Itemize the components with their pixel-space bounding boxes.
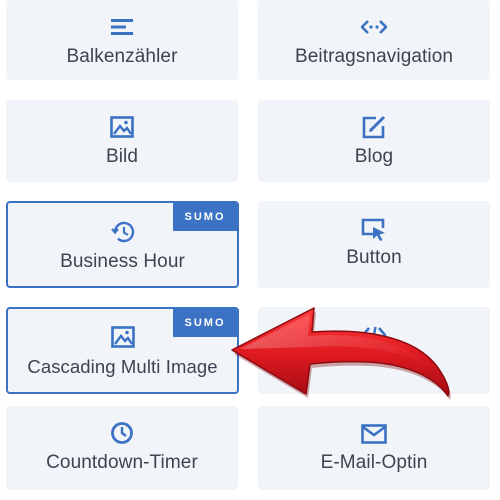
module-tile-beitragsnavigation[interactable]: Beitragsnavigation (258, 0, 490, 80)
module-label: Blog (354, 146, 394, 167)
module-label: Balkenzähler (66, 46, 178, 67)
module-tile-business-hour[interactable]: SUMO Business Hour (6, 201, 239, 288)
code-arrows-icon (258, 16, 490, 38)
edit-square-icon (258, 115, 490, 139)
image-icon (8, 326, 237, 348)
cursor-box-icon (258, 218, 490, 241)
module-tile-bild[interactable]: Bild (6, 100, 238, 182)
module-tile-email-optin[interactable]: E-Mail-Optin (258, 406, 490, 490)
bars-icon (6, 16, 238, 38)
module-tile-cascading-multi-image[interactable]: SUMO Cascading Multi Image (6, 307, 239, 394)
module-label: E-Mail-Optin (320, 452, 428, 473)
module-label: Countdown-Timer (46, 452, 198, 473)
module-picker: Balkenzähler Beitragsnavigation Bild Blo… (0, 0, 500, 500)
module-tile-button[interactable]: Button (258, 201, 490, 288)
module-label: Button (346, 247, 402, 268)
module-label: Beitragsnavigation (294, 46, 454, 67)
timer-icon (6, 422, 238, 444)
module-tile-blog[interactable]: Blog (258, 100, 490, 182)
code-icon (258, 324, 490, 346)
history-clock-icon (8, 221, 237, 243)
module-tile-code[interactable] (258, 307, 490, 394)
module-label: Business Hour (60, 251, 185, 272)
module-tile-countdown-timer[interactable]: Countdown-Timer (6, 406, 238, 490)
module-label: Cascading Multi Image (27, 356, 218, 377)
envelope-icon (258, 423, 490, 445)
module-label: Bild (105, 146, 139, 167)
module-tile-balkenzaehler[interactable]: Balkenzähler (6, 0, 238, 80)
image-icon (6, 116, 238, 138)
